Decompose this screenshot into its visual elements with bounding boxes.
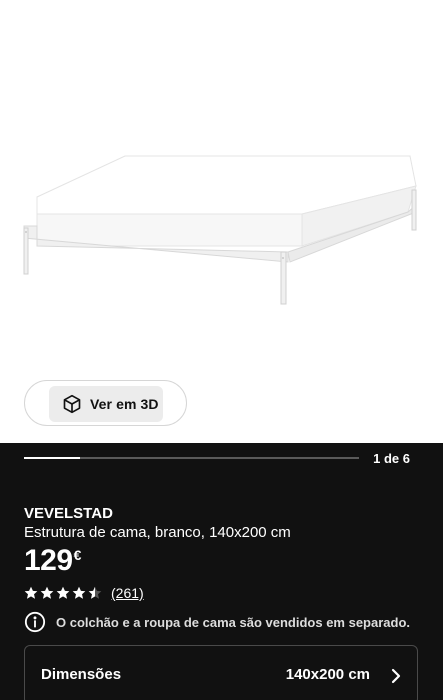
separate-sale-notice: O colchão e a roupa de cama são vendidos… <box>24 611 410 633</box>
star-icon <box>72 586 86 599</box>
product-info-panel: 1 de 6 VEVELSTAD Estrutura de cama, bran… <box>0 443 443 700</box>
product-name: VEVELSTAD <box>24 505 113 522</box>
dimensions-label: Dimensões <box>41 666 122 683</box>
price-value: 129 <box>24 544 73 577</box>
reviews-count-link[interactable]: (261) <box>111 585 144 601</box>
notice-text: O colchão e a roupa de cama são vendidos… <box>56 614 411 630</box>
view-3d-container: Ver em 3D <box>24 380 187 426</box>
price-currency: € <box>73 547 82 563</box>
star-icon <box>88 586 102 599</box>
info-circle-icon <box>24 611 46 633</box>
product-rating[interactable]: (261) <box>24 585 144 601</box>
gallery-progress-fill <box>24 457 80 459</box>
gallery-progress-bar <box>24 457 359 459</box>
product-description: Estrutura de cama, branco, 140x200 cm <box>24 524 291 541</box>
star-icon <box>40 586 54 599</box>
star-icon <box>24 586 38 599</box>
dimensions-row[interactable]: Dimensões 140x200 cm <box>24 645 418 700</box>
chevron-right-icon <box>391 668 401 684</box>
gallery-pager: 1 de 6 <box>373 451 410 466</box>
bed-frame-image <box>23 155 417 305</box>
rating-stars <box>24 586 102 600</box>
cube-icon <box>63 394 81 414</box>
view-3d-button[interactable]: Ver em 3D <box>49 386 163 422</box>
star-icon <box>56 586 70 599</box>
product-image[interactable]: Ver em 3D <box>0 0 443 443</box>
view-3d-label: Ver em 3D <box>90 396 159 412</box>
product-price: 129€ <box>24 544 81 578</box>
dimensions-value: 140x200 cm <box>285 666 370 683</box>
